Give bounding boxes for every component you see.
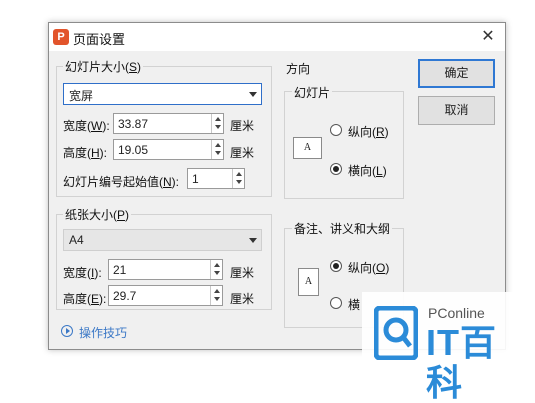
paper-width-stepper[interactable]: [210, 260, 222, 279]
spin-down-icon[interactable]: [236, 180, 242, 184]
start-number-field[interactable]: 1: [187, 168, 245, 189]
spin-down-icon[interactable]: [214, 297, 220, 301]
spin-up-icon[interactable]: [215, 143, 221, 147]
paper-width-field[interactable]: 21: [108, 259, 223, 280]
paper-height-unit: 厘米: [230, 292, 255, 306]
notes-landscape-label[interactable]: 横: [348, 296, 360, 313]
watermark-brand-small: PConline: [428, 305, 485, 321]
spin-up-icon[interactable]: [215, 117, 221, 121]
paper-height-value: 29.7: [113, 289, 137, 303]
notes-portrait-label[interactable]: 纵向(O): [348, 259, 389, 276]
spin-down-icon[interactable]: [215, 125, 221, 129]
cancel-button[interactable]: 取消: [418, 96, 495, 125]
notes-landscape-radio[interactable]: [330, 297, 342, 309]
slide-size-label: 幻灯片大小(S): [63, 58, 144, 75]
pconline-watermark: PConline IT百科: [362, 292, 532, 403]
slide-size-select[interactable]: 宽屏: [63, 83, 262, 105]
slides-landscape-label[interactable]: 横向(L): [348, 162, 387, 179]
start-number-value: 1: [192, 172, 199, 186]
slide-height-stepper[interactable]: [211, 140, 223, 159]
spin-down-icon[interactable]: [215, 151, 221, 155]
title-bar: P 页面设置 ✕: [49, 23, 505, 51]
watermark-brand-big: IT百科: [426, 322, 497, 403]
paper-width-label: 宽度(I):: [63, 266, 102, 280]
dialog-title: 页面设置: [73, 32, 126, 47]
slide-width-unit: 厘米: [230, 119, 255, 133]
paper-size-value: A4: [69, 233, 84, 247]
slide-width-value: 33.87: [118, 117, 149, 131]
notes-portrait-radio[interactable]: [330, 260, 342, 272]
chevron-down-icon: [249, 238, 257, 243]
app-logo-icon: P: [53, 29, 69, 45]
orientation-title: 方向: [286, 62, 311, 76]
spin-up-icon[interactable]: [236, 172, 242, 176]
start-number-stepper[interactable]: [232, 169, 244, 188]
chevron-down-icon: [249, 92, 257, 97]
paper-height-label: 高度(E):: [63, 292, 107, 306]
pconline-logo-icon: [374, 306, 418, 360]
paper-width-value: 21: [113, 263, 127, 277]
slides-portrait-radio[interactable]: [330, 124, 342, 136]
paper-size-select[interactable]: A4: [63, 229, 262, 251]
slide-height-field[interactable]: 19.05: [113, 139, 224, 160]
close-icon[interactable]: ✕: [477, 26, 499, 48]
start-number-label: 幻灯片编号起始值(N):: [63, 175, 180, 189]
spin-up-icon[interactable]: [214, 263, 220, 267]
notes-orientation-label: 备注、讲义和大纲: [292, 220, 393, 237]
tips-link[interactable]: 操作技巧: [79, 324, 127, 341]
slides-landscape-radio[interactable]: [330, 163, 342, 175]
slide-size-value: 宽屏: [69, 89, 94, 103]
slide-height-value: 19.05: [118, 143, 149, 157]
slide-height-label: 高度(H):: [63, 146, 108, 160]
slide-width-field[interactable]: 33.87: [113, 113, 224, 134]
paper-width-unit: 厘米: [230, 266, 255, 280]
portrait-page-icon: A: [298, 268, 319, 296]
slides-portrait-label[interactable]: 纵向(R): [348, 123, 389, 140]
paper-height-field[interactable]: 29.7: [108, 285, 223, 306]
play-circle-icon[interactable]: [61, 325, 73, 337]
paper-height-stepper[interactable]: [210, 286, 222, 305]
slides-orientation-label: 幻灯片: [292, 84, 333, 101]
slide-width-stepper[interactable]: [211, 114, 223, 133]
landscape-page-icon: A: [293, 137, 322, 159]
spin-up-icon[interactable]: [214, 289, 220, 293]
slide-width-label: 宽度(W):: [63, 119, 110, 133]
ok-button[interactable]: 确定: [418, 59, 495, 88]
paper-size-label: 纸张大小(P): [63, 206, 132, 223]
spin-down-icon[interactable]: [214, 271, 220, 275]
slide-height-unit: 厘米: [230, 146, 255, 160]
